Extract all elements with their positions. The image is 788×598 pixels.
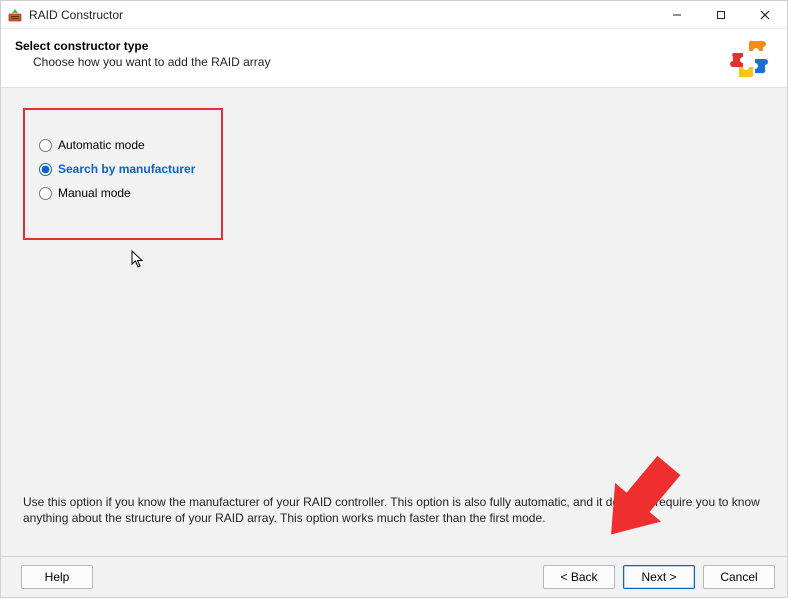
content-area: Automatic mode Search by manufacturer Ma… xyxy=(1,88,787,556)
wizard-header: Select constructor type Choose how you w… xyxy=(1,29,787,88)
cursor-icon xyxy=(131,250,145,271)
option-description: Use this option if you know the manufact… xyxy=(23,494,765,544)
app-icon xyxy=(7,7,23,23)
options-highlight-box: Automatic mode Search by manufacturer Ma… xyxy=(23,108,223,240)
radio-manual-mode[interactable]: Manual mode xyxy=(39,186,207,200)
help-button[interactable]: Help xyxy=(21,565,93,589)
window-controls xyxy=(655,1,787,28)
cancel-button[interactable]: Cancel xyxy=(703,565,775,589)
window: RAID Constructor Select constructor type… xyxy=(0,0,788,598)
close-button[interactable] xyxy=(743,1,787,28)
page-title: Select constructor type xyxy=(15,39,729,53)
radio-search-by-manufacturer[interactable]: Search by manufacturer xyxy=(39,162,207,176)
next-button[interactable]: Next > xyxy=(623,565,695,589)
radio-input-manual[interactable] xyxy=(39,187,52,200)
radio-label-manufacturer: Search by manufacturer xyxy=(58,162,195,176)
back-button[interactable]: < Back xyxy=(543,565,615,589)
window-title: RAID Constructor xyxy=(29,8,655,22)
titlebar: RAID Constructor xyxy=(1,1,787,29)
radio-automatic-mode[interactable]: Automatic mode xyxy=(39,138,207,152)
radio-label-manual: Manual mode xyxy=(58,186,131,200)
wizard-footer: Help < Back Next > Cancel xyxy=(1,556,787,597)
page-subtitle: Choose how you want to add the RAID arra… xyxy=(33,55,729,69)
radio-label-auto: Automatic mode xyxy=(58,138,145,152)
radio-input-auto[interactable] xyxy=(39,139,52,152)
maximize-button[interactable] xyxy=(699,1,743,28)
minimize-button[interactable] xyxy=(655,1,699,28)
radio-input-manufacturer[interactable] xyxy=(39,163,52,176)
puzzle-icon xyxy=(729,39,773,79)
